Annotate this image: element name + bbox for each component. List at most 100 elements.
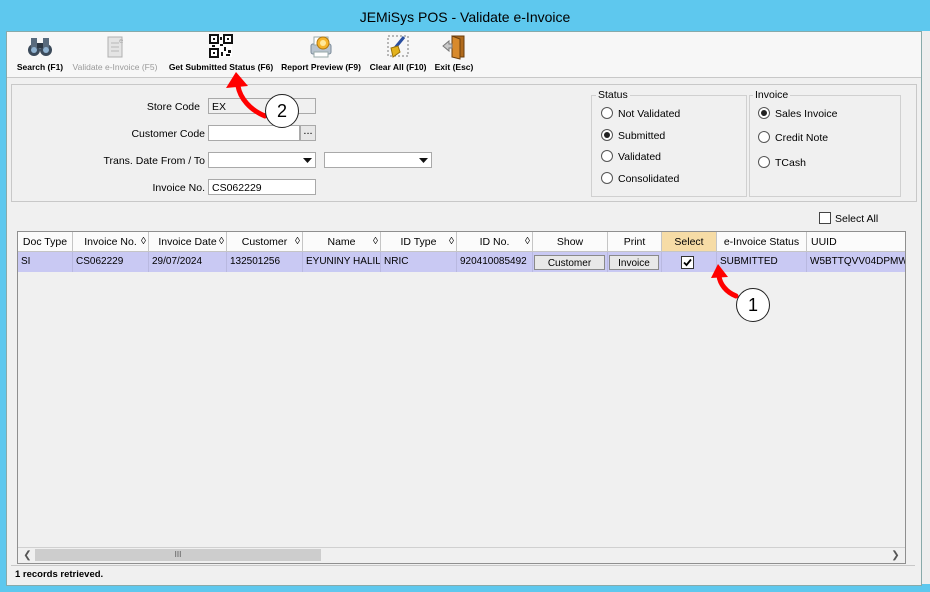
get-submitted-status-button[interactable]: Get Submitted Status (F6): [167, 34, 275, 74]
col-print[interactable]: Print: [608, 232, 662, 252]
radio-label: Credit Note: [775, 132, 829, 144]
col-name[interactable]: Name ◊: [303, 232, 381, 252]
checkbox-icon: [819, 212, 831, 224]
svg-text:e: e: [119, 37, 123, 45]
invoice-no-input[interactable]: CS062229: [208, 179, 316, 195]
sort-icon[interactable]: ◊: [449, 232, 454, 251]
store-code-label: Store Code: [146, 101, 200, 113]
radio-label: TCash: [775, 157, 806, 169]
exit-door-icon: [442, 35, 465, 60]
invoice-group-title: Invoice: [753, 89, 791, 101]
radio-selected-icon: [601, 129, 613, 141]
chevron-down-icon[interactable]: [301, 154, 314, 166]
radio-icon: [758, 131, 770, 143]
col-invoice-no[interactable]: Invoice No. ◊: [73, 232, 149, 252]
col-show[interactable]: Show: [533, 232, 608, 252]
cell-name: EYUNINY HALIL: [303, 252, 381, 272]
col-invoice-date[interactable]: Invoice Date ◊: [149, 232, 227, 252]
customer-lookup-button[interactable]: ...: [300, 125, 316, 141]
invoice-grid: Doc Type Invoice No. ◊ Invoice Date ◊ Cust…: [17, 231, 906, 564]
cell-print: Invoice: [608, 252, 662, 272]
date-to-picker[interactable]: [324, 152, 432, 168]
search-label: Search (F1): [16, 62, 64, 72]
chevron-left-icon[interactable]: ❮: [20, 548, 35, 563]
col-uuid[interactable]: UUID: [807, 232, 905, 252]
main-window: Search (F1) e Validate e-Invoice (F5) Ge…: [6, 31, 922, 586]
radio-icon: [601, 172, 613, 184]
callout-1: 1: [736, 288, 770, 322]
clear-all-label: Clear All (F10): [369, 62, 427, 72]
radio-icon: [758, 156, 770, 168]
radio-label: Sales Invoice: [775, 108, 838, 120]
cell-id-type: NRIC: [381, 252, 457, 272]
cell-show: Customer: [533, 252, 608, 272]
store-code-field: EX: [208, 98, 316, 114]
invoice-tcash-radio[interactable]: TCash: [758, 156, 806, 170]
trans-date-label: Trans. Date From / To: [103, 155, 205, 167]
validate-label: Validate e-Invoice (F5): [72, 62, 158, 72]
sort-icon[interactable]: ◊: [373, 232, 378, 251]
sort-icon[interactable]: ◊: [219, 232, 224, 251]
get-status-label: Get Submitted Status (F6): [168, 62, 274, 72]
radio-label: Consolidated: [618, 173, 680, 185]
cell-einvoice-status: SUBMITTED: [717, 252, 807, 272]
grid-header: Doc Type Invoice No. ◊ Invoice Date ◊ Cust…: [18, 232, 905, 252]
invoice-sales-radio[interactable]: Sales Invoice: [758, 107, 837, 121]
radio-label: Submitted: [618, 130, 666, 142]
radio-selected-icon: [758, 107, 770, 119]
show-customer-button[interactable]: Customer: [534, 255, 605, 270]
cell-id-no: 920410085492: [457, 252, 533, 272]
select-row-checkbox[interactable]: [681, 256, 694, 269]
col-einvoice-status[interactable]: e-Invoice Status: [717, 232, 807, 252]
cell-invoice-date: 29/07/2024: [149, 252, 227, 272]
radio-label: Not Validated: [618, 108, 681, 120]
col-doc-type[interactable]: Doc Type: [18, 232, 73, 252]
toolbar: Search (F1) e Validate e-Invoice (F5) Ge…: [7, 32, 921, 78]
qr-code-icon: [209, 34, 233, 58]
callout-2: 2: [265, 94, 299, 128]
status-consolidated-radio[interactable]: Consolidated: [601, 172, 679, 186]
col-id-type[interactable]: ID Type ◊: [381, 232, 457, 252]
cell-customer: 132501256: [227, 252, 303, 272]
invoice-credit-note-radio[interactable]: Credit Note: [758, 131, 828, 145]
chevron-right-icon[interactable]: ❯: [888, 548, 903, 563]
sort-icon[interactable]: ◊: [295, 232, 300, 251]
sort-icon[interactable]: ◊: [141, 232, 146, 251]
chevron-down-icon[interactable]: [417, 154, 430, 166]
invoice-no-label: Invoice No.: [152, 182, 205, 194]
window-edge: [922, 31, 930, 584]
sort-icon[interactable]: ◊: [525, 232, 530, 251]
customer-code-label: Customer Code: [131, 128, 205, 140]
search-button[interactable]: Search (F1): [15, 34, 65, 74]
table-row[interactable]: SI CS062229 29/07/2024 132501256 EYUNINY…: [18, 252, 906, 272]
status-message: 1 records retrieved.: [11, 565, 915, 582]
binoculars-icon: [28, 38, 52, 56]
clear-all-button[interactable]: Clear All (F10): [368, 34, 428, 74]
status-group-title: Status: [596, 89, 630, 101]
cell-select: [662, 252, 717, 272]
status-not-validated-radio[interactable]: Not Validated: [601, 107, 680, 121]
validate-einvoice-button[interactable]: e Validate e-Invoice (F5): [69, 34, 161, 74]
col-id-no[interactable]: ID No. ◊: [457, 232, 533, 252]
col-select[interactable]: Select: [662, 232, 717, 252]
printer-preview-icon: [310, 36, 332, 58]
report-preview-label: Report Preview (F9): [281, 62, 361, 72]
cell-uuid: W5BTTQVV04DPMW: [810, 256, 906, 267]
exit-label: Exit (Esc): [434, 62, 474, 72]
report-preview-button[interactable]: Report Preview (F9): [280, 34, 362, 74]
select-all-label: Select All: [835, 213, 879, 225]
status-validated-radio[interactable]: Validated: [601, 150, 661, 164]
radio-icon: [601, 107, 613, 119]
col-customer[interactable]: Customer ◊: [227, 232, 303, 252]
status-submitted-radio[interactable]: Submitted: [601, 129, 665, 143]
filter-panel: Store Code EX Customer Code ... Trans. D…: [11, 84, 917, 202]
exit-button[interactable]: Exit (Esc): [432, 34, 476, 74]
select-all-checkbox[interactable]: Select All: [819, 212, 878, 225]
print-invoice-button[interactable]: Invoice: [609, 255, 659, 270]
broom-icon: [387, 35, 409, 58]
horizontal-scrollbar[interactable]: ❮ III ❯: [18, 547, 905, 563]
scrollbar-thumb[interactable]: III: [35, 549, 321, 561]
date-from-picker[interactable]: [208, 152, 316, 168]
window-title: JEMiSys POS - Validate e-Invoice: [0, 0, 930, 30]
cell-invoice-no: CS062229: [73, 252, 149, 272]
